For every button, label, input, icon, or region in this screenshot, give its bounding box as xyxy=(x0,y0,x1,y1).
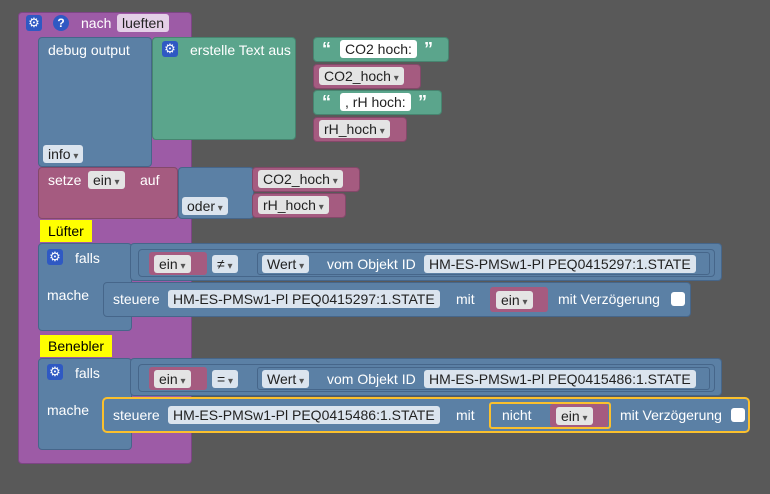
with-label: mit xyxy=(456,407,475,423)
close-quote-icon: ” xyxy=(418,92,427,112)
open-quote-icon: “ xyxy=(322,92,331,112)
delay-checkbox[interactable] xyxy=(671,292,685,306)
if-label: falls xyxy=(75,250,100,266)
close-quote-icon: ” xyxy=(424,39,433,59)
do-label: mache xyxy=(47,402,90,418)
gear-icon[interactable]: ⚙ xyxy=(47,249,63,265)
gear-icon[interactable]: ⚙ xyxy=(47,364,63,380)
text-literal-field[interactable]: CO2 hoch: xyxy=(340,40,417,58)
variable-dropdown[interactable]: ein xyxy=(496,291,533,309)
gear-icon[interactable]: ⚙ xyxy=(26,15,42,31)
set-variable-dropdown[interactable]: ein xyxy=(88,171,125,189)
value-type-dropdown[interactable]: Wert xyxy=(262,370,310,388)
to-label: auf xyxy=(140,172,160,188)
text-join-label: erstelle Text aus xyxy=(190,42,291,58)
debug-output-label: debug output xyxy=(48,42,130,58)
target-id-field[interactable]: HM-ES-PMSw1-Pl PEQ0415486:1.STATE xyxy=(168,406,440,424)
debug-level-dropdown[interactable]: info xyxy=(43,145,84,163)
if-label: falls xyxy=(75,365,100,381)
not-label: nicht xyxy=(502,407,532,423)
text-literal-field[interactable]: , rH hoch: xyxy=(340,93,411,111)
comment-label: Benebler xyxy=(40,335,113,357)
object-id-label: vom Objekt ID xyxy=(327,371,416,387)
function-keyword: nach xyxy=(81,15,112,31)
variable-dropdown[interactable]: ein xyxy=(556,407,593,425)
delay-label: mit Verzögerung xyxy=(558,291,660,307)
object-id-label: vom Objekt ID xyxy=(327,256,416,272)
comment-label: Lüfter xyxy=(40,220,92,242)
object-id-field[interactable]: HM-ES-PMSw1-Pl PEQ0415486:1.STATE xyxy=(424,370,696,388)
object-id-field[interactable]: HM-ES-PMSw1-Pl PEQ0415297:1.STATE xyxy=(424,255,696,273)
control-label: steuere xyxy=(113,407,160,423)
open-quote-icon: “ xyxy=(322,39,331,59)
target-id-field[interactable]: HM-ES-PMSw1-Pl PEQ0415297:1.STATE xyxy=(168,290,440,308)
operator-dropdown[interactable]: ≠ xyxy=(212,255,238,273)
do-label: mache xyxy=(47,287,90,303)
gear-icon[interactable]: ⚙ xyxy=(162,41,178,57)
operator-dropdown[interactable]: = xyxy=(212,370,238,388)
function-name-field[interactable]: lueften xyxy=(117,14,170,32)
variable-dropdown[interactable]: ein xyxy=(154,370,191,388)
with-label: mit xyxy=(456,291,475,307)
variable-dropdown[interactable]: rH_hoch xyxy=(258,196,329,214)
value-type-dropdown[interactable]: Wert xyxy=(262,255,310,273)
delay-checkbox[interactable] xyxy=(731,408,745,422)
help-icon[interactable]: ? xyxy=(53,15,69,31)
logic-operator-dropdown[interactable]: oder xyxy=(182,197,228,215)
set-label: setze xyxy=(48,172,82,188)
variable-dropdown[interactable]: CO2_hoch xyxy=(258,170,343,188)
variable-dropdown[interactable]: rH_hoch xyxy=(319,120,390,138)
variable-dropdown[interactable]: CO2_hoch xyxy=(319,67,404,85)
variable-dropdown[interactable]: ein xyxy=(154,255,191,273)
control-label: steuere xyxy=(113,291,160,307)
delay-label: mit Verzögerung xyxy=(620,407,722,423)
